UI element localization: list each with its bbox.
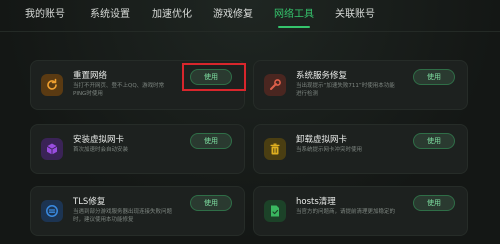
use-button-uninstall-virtual-nic[interactable]: 使用 [413, 133, 455, 149]
tool-description: 首次加速时会自动安装 [73, 147, 129, 153]
tool-description: 当系统提示网卡冲突时使用 [296, 147, 363, 153]
tab-linked-accounts[interactable]: 关联账号 [335, 5, 375, 25]
document-check-icon [264, 200, 286, 222]
tool-description: 当遇到部分游戏服务器出现连接失败问题时，建议使用本功能修复 [73, 209, 173, 223]
highlight-box [182, 63, 246, 91]
tab-my-account[interactable]: 我的账号 [25, 5, 65, 25]
tab-acceleration[interactable]: 加速优化 [152, 5, 192, 25]
tool-title: 系统服务修复 [296, 71, 348, 81]
tool-title: hosts清理 [296, 197, 336, 207]
cube-icon [41, 138, 63, 160]
nav-divider [0, 31, 500, 32]
tls-icon [41, 200, 63, 222]
tab-system-settings[interactable]: 系统设置 [90, 5, 130, 25]
tab-game-repair[interactable]: 游戏修复 [213, 5, 253, 25]
use-button-hosts-cleanup[interactable]: 使用 [413, 195, 455, 211]
tool-description: 当打不开网页、登不上QQ、游戏时常PING时使用 [73, 83, 165, 97]
active-tab-indicator [278, 26, 310, 28]
tool-title: 重置网络 [73, 71, 108, 81]
tool-card-tls-repair: TLS修复 当遇到部分游戏服务器出现连接失败问题时，建议使用本功能修复 使用 [30, 186, 245, 236]
reset-network-icon [41, 74, 63, 96]
tool-title: 卸载虚拟网卡 [296, 135, 348, 145]
use-button-system-service-repair[interactable]: 使用 [413, 69, 455, 85]
app-window: 我的账号 系统设置 加速优化 游戏修复 网络工具 关联账号 重置网络 当打不开网… [0, 0, 500, 244]
use-button-tls-repair[interactable]: 使用 [190, 195, 232, 211]
tab-network-tools[interactable]: 网络工具 [274, 5, 314, 25]
tool-card-hosts-cleanup: hosts清理 当官方的问题商，请提前清理更加稳定的 使用 [253, 186, 468, 236]
tool-card-install-virtual-nic: 安装虚拟网卡 首次加速时会自动安装 使用 [30, 124, 245, 174]
top-nav: 我的账号 系统设置 加速优化 游戏修复 网络工具 关联账号 [0, 0, 500, 30]
wrench-icon [264, 74, 286, 96]
tool-card-uninstall-virtual-nic: 卸载虚拟网卡 当系统提示网卡冲突时使用 使用 [253, 124, 468, 174]
tool-description: 当出现提示“加速失败711”时使用本功能进行检测 [296, 83, 395, 97]
trash-icon [264, 138, 286, 160]
tool-description: 当官方的问题商，请提前清理更加稳定的 [296, 209, 396, 215]
use-button-install-virtual-nic[interactable]: 使用 [190, 133, 232, 149]
tool-title: TLS修复 [73, 197, 106, 207]
tool-card-system-service-repair: 系统服务修复 当出现提示“加速失败711”时使用本功能进行检测 使用 [253, 60, 468, 110]
tool-title: 安装虚拟网卡 [73, 135, 125, 145]
